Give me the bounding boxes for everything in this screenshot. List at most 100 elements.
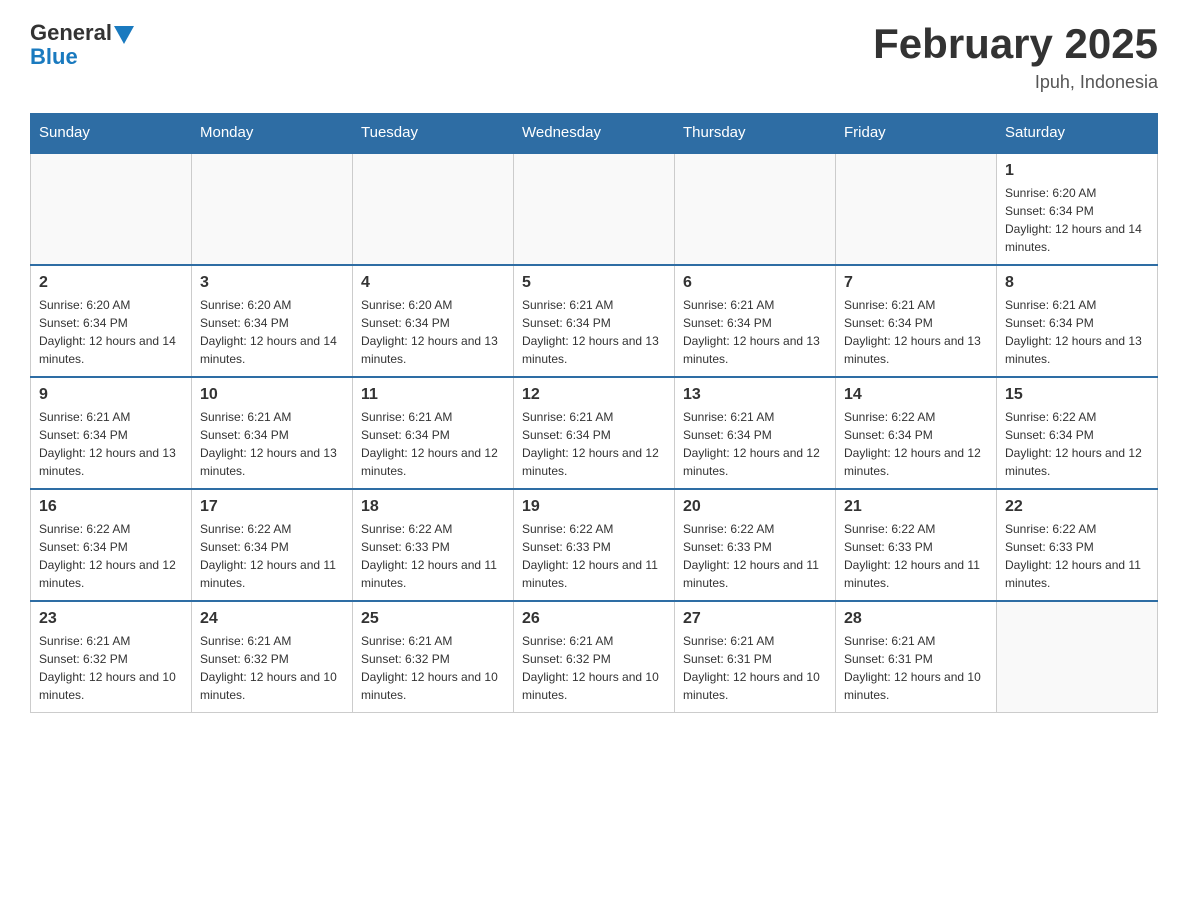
title-section: February 2025 Ipuh, Indonesia (873, 20, 1158, 93)
day-number: 27 (683, 610, 827, 628)
day-info: Sunrise: 6:22 AM Sunset: 6:34 PM Dayligh… (844, 408, 988, 480)
week-row-5: 23 Sunrise: 6:21 AM Sunset: 6:32 PM Dayli… (31, 601, 1158, 713)
month-title: February 2025 (873, 20, 1158, 68)
week-row-2: 2 Sunrise: 6:20 AM Sunset: 6:34 PM Daylig… (31, 265, 1158, 377)
weekday-header-thursday: Thursday (675, 114, 836, 153)
day-number: 7 (844, 274, 988, 292)
day-info: Sunrise: 6:20 AM Sunset: 6:34 PM Dayligh… (1005, 184, 1149, 256)
day-info: Sunrise: 6:21 AM Sunset: 6:34 PM Dayligh… (683, 296, 827, 368)
day-number: 16 (39, 498, 183, 516)
day-number: 12 (522, 386, 666, 404)
calendar-cell: 24 Sunrise: 6:21 AM Sunset: 6:32 PM Dayli… (192, 601, 353, 713)
calendar-cell: 5 Sunrise: 6:21 AM Sunset: 6:34 PM Daylig… (514, 265, 675, 377)
day-number: 14 (844, 386, 988, 404)
calendar-cell: 25 Sunrise: 6:21 AM Sunset: 6:32 PM Dayli… (353, 601, 514, 713)
day-info: Sunrise: 6:21 AM Sunset: 6:34 PM Dayligh… (683, 408, 827, 480)
day-info: Sunrise: 6:21 AM Sunset: 6:32 PM Dayligh… (522, 632, 666, 704)
day-info: Sunrise: 6:21 AM Sunset: 6:32 PM Dayligh… (361, 632, 505, 704)
calendar-cell (353, 153, 514, 266)
day-number: 25 (361, 610, 505, 628)
calendar-cell: 10 Sunrise: 6:21 AM Sunset: 6:34 PM Dayli… (192, 377, 353, 489)
day-info: Sunrise: 6:20 AM Sunset: 6:34 PM Dayligh… (361, 296, 505, 368)
day-number: 5 (522, 274, 666, 292)
day-number: 4 (361, 274, 505, 292)
day-info: Sunrise: 6:22 AM Sunset: 6:34 PM Dayligh… (39, 520, 183, 592)
day-number: 6 (683, 274, 827, 292)
calendar-cell (997, 601, 1158, 713)
day-info: Sunrise: 6:21 AM Sunset: 6:34 PM Dayligh… (39, 408, 183, 480)
day-number: 9 (39, 386, 183, 404)
day-number: 10 (200, 386, 344, 404)
calendar-cell: 12 Sunrise: 6:21 AM Sunset: 6:34 PM Dayli… (514, 377, 675, 489)
day-number: 26 (522, 610, 666, 628)
calendar-cell (514, 153, 675, 266)
calendar-cell: 2 Sunrise: 6:20 AM Sunset: 6:34 PM Daylig… (31, 265, 192, 377)
calendar-cell: 11Sunrise: 6:21 AM Sunset: 6:34 PM Dayli… (353, 377, 514, 489)
day-number: 17 (200, 498, 344, 516)
day-number: 19 (522, 498, 666, 516)
calendar-cell: 4 Sunrise: 6:20 AM Sunset: 6:34 PM Daylig… (353, 265, 514, 377)
calendar-cell: 23Sunrise: 6:21 AM Sunset: 6:32 PM Dayli… (31, 601, 192, 713)
calendar-cell: 8 Sunrise: 6:21 AM Sunset: 6:34 PM Daylig… (997, 265, 1158, 377)
day-info: Sunrise: 6:20 AM Sunset: 6:34 PM Dayligh… (200, 296, 344, 368)
calendar-cell (31, 153, 192, 266)
calendar-cell: 28 Sunrise: 6:21 AM Sunset: 6:31 PM Dayli… (836, 601, 997, 713)
calendar-cell: 17Sunrise: 6:22 AM Sunset: 6:34 PM Dayli… (192, 489, 353, 601)
calendar-cell: 6 Sunrise: 6:21 AM Sunset: 6:34 PM Daylig… (675, 265, 836, 377)
day-info: Sunrise: 6:21 AM Sunset: 6:34 PM Dayligh… (522, 296, 666, 368)
calendar-cell: 21 Sunrise: 6:22 AM Sunset: 6:33 PM Dayli… (836, 489, 997, 601)
day-number: 21 (844, 498, 988, 516)
calendar-cell: 1 Sunrise: 6:20 AM Sunset: 6:34 PM Daylig… (997, 153, 1158, 266)
day-info: Sunrise: 6:21 AM Sunset: 6:34 PM Dayligh… (1005, 296, 1149, 368)
week-row-1: 1 Sunrise: 6:20 AM Sunset: 6:34 PM Daylig… (31, 153, 1158, 266)
day-number: 22 (1005, 498, 1149, 516)
day-info: Sunrise: 6:22 AM Sunset: 6:33 PM Dayligh… (1005, 520, 1149, 592)
day-number: 8 (1005, 274, 1149, 292)
day-info: Sunrise: 6:21 AM Sunset: 6:32 PM Dayligh… (200, 632, 344, 704)
logo-blue-text: Blue (30, 44, 78, 70)
day-info: Sunrise: 6:20 AM Sunset: 6:34 PM Dayligh… (39, 296, 183, 368)
day-number: 2 (39, 274, 183, 292)
day-number: 13 (683, 386, 827, 404)
calendar-cell: 22 Sunrise: 6:22 AM Sunset: 6:33 PM Dayli… (997, 489, 1158, 601)
day-number: 23 (39, 610, 183, 628)
day-info: Sunrise: 6:22 AM Sunset: 6:33 PM Dayligh… (361, 520, 505, 592)
logo: General Blue (30, 20, 134, 70)
day-info: Sunrise: 6:22 AM Sunset: 6:33 PM Dayligh… (522, 520, 666, 592)
day-number: 24 (200, 610, 344, 628)
calendar-cell: 3 Sunrise: 6:20 AM Sunset: 6:34 PM Daylig… (192, 265, 353, 377)
calendar-cell: 9 Sunrise: 6:21 AM Sunset: 6:34 PM Daylig… (31, 377, 192, 489)
day-number: 28 (844, 610, 988, 628)
calendar-cell: 15Sunrise: 6:22 AM Sunset: 6:34 PM Dayli… (997, 377, 1158, 489)
page-header: General Blue February 2025 Ipuh, Indones… (30, 20, 1158, 93)
day-info: Sunrise: 6:22 AM Sunset: 6:33 PM Dayligh… (844, 520, 988, 592)
weekday-header-sunday: Sunday (31, 114, 192, 153)
day-info: Sunrise: 6:21 AM Sunset: 6:34 PM Dayligh… (844, 296, 988, 368)
calendar-cell: 7 Sunrise: 6:21 AM Sunset: 6:34 PM Daylig… (836, 265, 997, 377)
weekday-header-tuesday: Tuesday (353, 114, 514, 153)
weekday-header-wednesday: Wednesday (514, 114, 675, 153)
calendar-cell: 14 Sunrise: 6:22 AM Sunset: 6:34 PM Dayli… (836, 377, 997, 489)
calendar-cell (192, 153, 353, 266)
day-info: Sunrise: 6:21 AM Sunset: 6:31 PM Dayligh… (844, 632, 988, 704)
day-number: 3 (200, 274, 344, 292)
calendar-cell: 18 Sunrise: 6:22 AM Sunset: 6:33 PM Dayli… (353, 489, 514, 601)
day-number: 20 (683, 498, 827, 516)
calendar-table: SundayMondayTuesdayWednesdayThursdayFrid… (30, 113, 1158, 713)
day-info: Sunrise: 6:22 AM Sunset: 6:34 PM Dayligh… (1005, 408, 1149, 480)
day-number: 18 (361, 498, 505, 516)
calendar-cell: 13 Sunrise: 6:21 AM Sunset: 6:34 PM Dayli… (675, 377, 836, 489)
weekday-header-saturday: Saturday (997, 114, 1158, 153)
calendar-cell: 26 Sunrise: 6:21 AM Sunset: 6:32 PM Dayli… (514, 601, 675, 713)
day-info: Sunrise: 6:21 AM Sunset: 6:34 PM Dayligh… (200, 408, 344, 480)
location: Ipuh, Indonesia (873, 72, 1158, 93)
day-info: Sunrise: 6:21 AM Sunset: 6:34 PM Dayligh… (361, 408, 505, 480)
calendar-cell (836, 153, 997, 266)
calendar-cell: 16 Sunrise: 6:22 AM Sunset: 6:34 PM Dayli… (31, 489, 192, 601)
day-info: Sunrise: 6:22 AM Sunset: 6:33 PM Dayligh… (683, 520, 827, 592)
logo-triangle-icon (114, 26, 134, 44)
day-info: Sunrise: 6:21 AM Sunset: 6:34 PM Dayligh… (522, 408, 666, 480)
day-number: 1 (1005, 162, 1149, 180)
logo-general-text: General (30, 20, 112, 46)
calendar-cell (675, 153, 836, 266)
